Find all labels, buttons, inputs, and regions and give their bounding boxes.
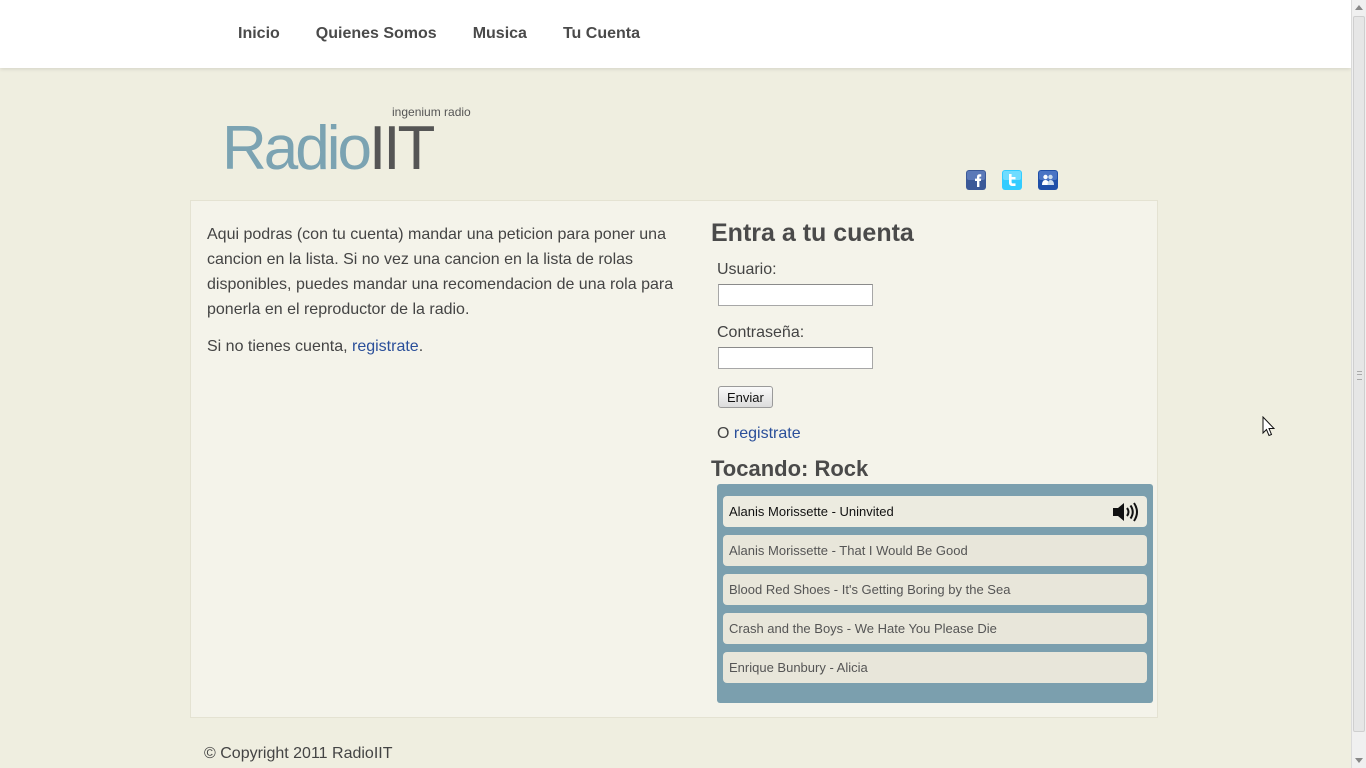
password-input[interactable] — [718, 347, 873, 369]
logo-text-radio: Radio — [222, 114, 372, 183]
track-item[interactable]: Blood Red Shoes - It's Getting Boring by… — [723, 574, 1147, 605]
site-logo[interactable]: RadioIIT — [222, 114, 435, 184]
or-register-line: O registrate — [717, 425, 801, 443]
scroll-up-arrow-icon[interactable] — [1355, 5, 1363, 10]
scrollbar-thumb[interactable] — [1353, 16, 1365, 732]
track-item-playing[interactable]: Alanis Morissette - Uninvited — [723, 496, 1147, 527]
password-label: Contraseña: — [717, 324, 805, 341]
top-navigation-bar: Inicio Quienes Somos Musica Tu Cuenta — [0, 0, 1351, 68]
twitter-icon[interactable] — [1002, 170, 1022, 190]
messenger-icon[interactable] — [1038, 170, 1058, 190]
scrollbar-grip-icon — [1357, 371, 1362, 380]
playlist-panel: Alanis Morissette - Uninvited Alanis Mor… — [717, 484, 1153, 703]
submit-button[interactable]: Enviar — [718, 386, 773, 408]
username-label: Usuario: — [717, 261, 777, 278]
facebook-icon[interactable] — [966, 170, 986, 190]
nav-item-musica[interactable]: Musica — [473, 25, 527, 43]
track-label: Alanis Morissette - Uninvited — [729, 504, 894, 519]
track-item[interactable]: Enrique Bunbury - Alicia — [723, 652, 1147, 683]
nav-item-inicio[interactable]: Inicio — [238, 25, 280, 43]
footer-copyright: © Copyright 2011 RadioIIT — [204, 745, 393, 762]
logo-text-iit: IIT — [369, 114, 435, 183]
track-item[interactable]: Crash and the Boys - We Hate You Please … — [723, 613, 1147, 644]
or-text: O — [717, 425, 734, 442]
track-item[interactable]: Alanis Morissette - That I Would Be Good — [723, 535, 1147, 566]
username-input[interactable] — [718, 284, 873, 306]
register-link-login[interactable]: registrate — [734, 425, 801, 442]
nav-item-tu-cuenta[interactable]: Tu Cuenta — [563, 25, 640, 43]
no-account-suffix: . — [418, 338, 424, 355]
main-nav: Inicio Quienes Somos Musica Tu Cuenta — [238, 25, 676, 43]
speaker-icon[interactable] — [1111, 501, 1141, 534]
no-account-line: Si no tienes cuenta, registrate. — [207, 334, 687, 359]
nav-item-quienes-somos[interactable]: Quienes Somos — [316, 25, 437, 43]
no-account-text: Si no tienes cuenta, — [207, 338, 352, 355]
vertical-scrollbar[interactable] — [1351, 0, 1366, 768]
intro-paragraph: Aqui podras (con tu cuenta) mandar una p… — [207, 226, 674, 318]
scroll-down-arrow-icon[interactable] — [1355, 758, 1363, 763]
mouse-pointer-icon — [1262, 415, 1276, 442]
login-title: Entra a tu cuenta — [711, 219, 914, 247]
intro-section: Aqui podras (con tu cuenta) mandar una p… — [207, 222, 687, 371]
register-link-intro[interactable]: registrate — [352, 338, 419, 355]
now-playing-title: Tocando: Rock — [711, 456, 869, 481]
